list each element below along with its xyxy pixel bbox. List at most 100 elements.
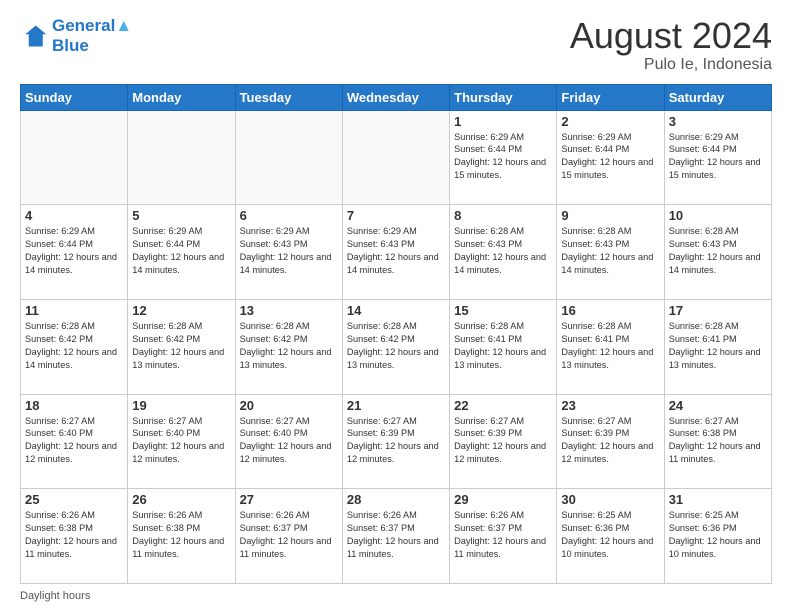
day-info: Sunrise: 6:29 AM Sunset: 6:44 PM Dayligh… bbox=[454, 131, 552, 183]
col-header-wednesday: Wednesday bbox=[342, 84, 449, 110]
day-info: Sunrise: 6:26 AM Sunset: 6:38 PM Dayligh… bbox=[25, 509, 123, 561]
day-cell: 15Sunrise: 6:28 AM Sunset: 6:41 PM Dayli… bbox=[450, 299, 557, 394]
day-number: 22 bbox=[454, 398, 552, 413]
day-info: Sunrise: 6:26 AM Sunset: 6:37 PM Dayligh… bbox=[347, 509, 445, 561]
day-info: Sunrise: 6:29 AM Sunset: 6:44 PM Dayligh… bbox=[25, 225, 123, 277]
day-cell: 21 Sunrise: 6:27 AM Sunset: 6:39 PM Dayli… bbox=[342, 394, 449, 489]
day-number: 6 bbox=[240, 208, 338, 223]
day-cell: 16 Sunrise: 6:28 AM Sunset: 6:41 PM Dayli… bbox=[557, 299, 664, 394]
week-row-4: 18 Sunrise: 6:27 AM Sunset: 6:40 PM Dayli… bbox=[21, 394, 772, 489]
title-block: August 2024 Pulo Ie, Indonesia bbox=[570, 16, 772, 74]
day-info: Sunrise: 6:29 AM Sunset: 6:43 PM Dayligh… bbox=[347, 225, 445, 277]
day-info: Sunrise: 6:28 AM Sunset: 6:42 PM Dayligh… bbox=[25, 320, 123, 372]
day-cell bbox=[21, 110, 128, 205]
week-row-2: 4 Sunrise: 6:29 AM Sunset: 6:44 PM Daylig… bbox=[21, 205, 772, 300]
col-header-monday: Monday bbox=[128, 84, 235, 110]
day-number: 17 bbox=[669, 303, 767, 318]
day-cell: 3 Sunrise: 6:29 AM Sunset: 6:44 PM Daylig… bbox=[664, 110, 771, 205]
day-cell: 31Sunrise: 6:25 AM Sunset: 6:36 PM Dayli… bbox=[664, 489, 771, 584]
day-cell: 8 Sunrise: 6:28 AM Sunset: 6:43 PM Daylig… bbox=[450, 205, 557, 300]
logo-line2: Blue bbox=[52, 36, 132, 56]
logo: General▲ Blue bbox=[20, 16, 132, 55]
week-row-5: 25 Sunrise: 6:26 AM Sunset: 6:38 PM Dayli… bbox=[21, 489, 772, 584]
col-header-saturday: Saturday bbox=[664, 84, 771, 110]
day-number: 13 bbox=[240, 303, 338, 318]
subtitle: Pulo Ie, Indonesia bbox=[570, 56, 772, 74]
day-number: 1 bbox=[454, 114, 552, 129]
day-cell: 14Sunrise: 6:28 AM Sunset: 6:42 PM Dayli… bbox=[342, 299, 449, 394]
calendar-body: 1 Sunrise: 6:29 AM Sunset: 6:44 PM Daylig… bbox=[21, 110, 772, 583]
day-cell bbox=[128, 110, 235, 205]
day-info: Sunrise: 6:27 AM Sunset: 6:40 PM Dayligh… bbox=[25, 415, 123, 467]
day-info: Sunrise: 6:28 AM Sunset: 6:43 PM Dayligh… bbox=[561, 225, 659, 277]
day-number: 5 bbox=[132, 208, 230, 223]
day-cell: 11 Sunrise: 6:28 AM Sunset: 6:42 PM Dayli… bbox=[21, 299, 128, 394]
day-cell: 25 Sunrise: 6:26 AM Sunset: 6:38 PM Dayli… bbox=[21, 489, 128, 584]
day-info: Sunrise: 6:26 AM Sunset: 6:38 PM Dayligh… bbox=[132, 509, 230, 561]
day-cell: 2Sunrise: 6:29 AM Sunset: 6:44 PM Daylig… bbox=[557, 110, 664, 205]
day-info: Sunrise: 6:27 AM Sunset: 6:38 PM Dayligh… bbox=[669, 415, 767, 467]
logo-line1: General▲ bbox=[52, 16, 132, 36]
day-info: Sunrise: 6:28 AM Sunset: 6:41 PM Dayligh… bbox=[561, 320, 659, 372]
day-cell: 24Sunrise: 6:27 AM Sunset: 6:38 PM Dayli… bbox=[664, 394, 771, 489]
day-info: Sunrise: 6:27 AM Sunset: 6:40 PM Dayligh… bbox=[240, 415, 338, 467]
day-number: 30 bbox=[561, 492, 659, 507]
day-cell: 17 Sunrise: 6:28 AM Sunset: 6:41 PM Dayli… bbox=[664, 299, 771, 394]
col-header-friday: Friday bbox=[557, 84, 664, 110]
day-info: Sunrise: 6:28 AM Sunset: 6:42 PM Dayligh… bbox=[240, 320, 338, 372]
day-info: Sunrise: 6:25 AM Sunset: 6:36 PM Dayligh… bbox=[561, 509, 659, 561]
day-number: 19 bbox=[132, 398, 230, 413]
day-number: 29 bbox=[454, 492, 552, 507]
day-info: Sunrise: 6:27 AM Sunset: 6:39 PM Dayligh… bbox=[561, 415, 659, 467]
col-header-tuesday: Tuesday bbox=[235, 84, 342, 110]
day-number: 20 bbox=[240, 398, 338, 413]
day-number: 10 bbox=[669, 208, 767, 223]
day-number: 23 bbox=[561, 398, 659, 413]
day-number: 11 bbox=[25, 303, 123, 318]
day-cell bbox=[235, 110, 342, 205]
day-number: 4 bbox=[25, 208, 123, 223]
week-row-3: 11 Sunrise: 6:28 AM Sunset: 6:42 PM Dayli… bbox=[21, 299, 772, 394]
col-header-thursday: Thursday bbox=[450, 84, 557, 110]
day-info: Sunrise: 6:29 AM Sunset: 6:43 PM Dayligh… bbox=[240, 225, 338, 277]
day-number: 28 bbox=[347, 492, 445, 507]
main-title: August 2024 bbox=[570, 16, 772, 56]
day-number: 14 bbox=[347, 303, 445, 318]
day-number: 16 bbox=[561, 303, 659, 318]
day-cell: 27Sunrise: 6:26 AM Sunset: 6:37 PM Dayli… bbox=[235, 489, 342, 584]
day-info: Sunrise: 6:27 AM Sunset: 6:39 PM Dayligh… bbox=[454, 415, 552, 467]
day-cell: 20 Sunrise: 6:27 AM Sunset: 6:40 PM Dayli… bbox=[235, 394, 342, 489]
day-info: Sunrise: 6:28 AM Sunset: 6:43 PM Dayligh… bbox=[454, 225, 552, 277]
day-number: 3 bbox=[669, 114, 767, 129]
week-row-1: 1 Sunrise: 6:29 AM Sunset: 6:44 PM Daylig… bbox=[21, 110, 772, 205]
day-cell: 10 Sunrise: 6:28 AM Sunset: 6:43 PM Dayli… bbox=[664, 205, 771, 300]
day-info: Sunrise: 6:28 AM Sunset: 6:43 PM Dayligh… bbox=[669, 225, 767, 277]
day-number: 7 bbox=[347, 208, 445, 223]
day-cell: 7 Sunrise: 6:29 AM Sunset: 6:43 PM Daylig… bbox=[342, 205, 449, 300]
day-number: 26 bbox=[132, 492, 230, 507]
day-number: 18 bbox=[25, 398, 123, 413]
logo-icon bbox=[20, 22, 48, 50]
calendar-table: SundayMondayTuesdayWednesdayThursdayFrid… bbox=[20, 84, 772, 584]
day-number: 21 bbox=[347, 398, 445, 413]
day-info: Sunrise: 6:29 AM Sunset: 6:44 PM Dayligh… bbox=[669, 131, 767, 183]
day-info: Sunrise: 6:26 AM Sunset: 6:37 PM Dayligh… bbox=[240, 509, 338, 561]
day-number: 31 bbox=[669, 492, 767, 507]
day-cell: 1 Sunrise: 6:29 AM Sunset: 6:44 PM Daylig… bbox=[450, 110, 557, 205]
page: General▲ Blue August 2024 Pulo Ie, Indon… bbox=[0, 0, 792, 612]
day-number: 12 bbox=[132, 303, 230, 318]
footer: Daylight hours bbox=[20, 590, 772, 602]
day-cell: 30 Sunrise: 6:25 AM Sunset: 6:36 PM Dayli… bbox=[557, 489, 664, 584]
day-info: Sunrise: 6:28 AM Sunset: 6:41 PM Dayligh… bbox=[669, 320, 767, 372]
day-cell: 5 Sunrise: 6:29 AM Sunset: 6:44 PM Daylig… bbox=[128, 205, 235, 300]
day-cell: 22 Sunrise: 6:27 AM Sunset: 6:39 PM Dayli… bbox=[450, 394, 557, 489]
day-number: 9 bbox=[561, 208, 659, 223]
day-info: Sunrise: 6:29 AM Sunset: 6:44 PM Dayligh… bbox=[132, 225, 230, 277]
day-number: 25 bbox=[25, 492, 123, 507]
day-cell: 13 Sunrise: 6:28 AM Sunset: 6:42 PM Dayli… bbox=[235, 299, 342, 394]
day-info: Sunrise: 6:28 AM Sunset: 6:42 PM Dayligh… bbox=[132, 320, 230, 372]
day-cell: 6 Sunrise: 6:29 AM Sunset: 6:43 PM Daylig… bbox=[235, 205, 342, 300]
day-number: 8 bbox=[454, 208, 552, 223]
day-info: Sunrise: 6:27 AM Sunset: 6:39 PM Dayligh… bbox=[347, 415, 445, 467]
col-header-sunday: Sunday bbox=[21, 84, 128, 110]
